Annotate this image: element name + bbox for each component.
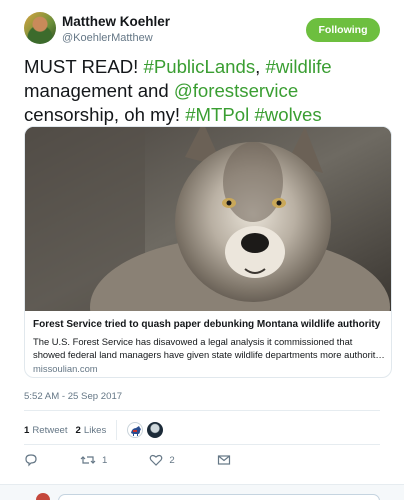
hashtag-link[interactable]: #PublicLands xyxy=(144,56,256,77)
tweet-text-segment: management and xyxy=(24,80,174,101)
stats-separator xyxy=(116,420,118,440)
likes-stat[interactable]: 2 Likes xyxy=(76,425,107,436)
card-domain: missoulian.com xyxy=(33,363,98,374)
retweet-icon xyxy=(80,456,96,464)
card-image[interactable] xyxy=(25,127,391,311)
author-handle[interactable]: @KoehlerMatthew xyxy=(62,32,153,44)
donkey-icon xyxy=(131,426,142,436)
retweet-stat-label: Retweet xyxy=(32,424,68,436)
envelope-icon xyxy=(217,455,230,465)
tweet-timestamp[interactable]: 5:52 AM - 25 Sep 2017 xyxy=(24,391,122,402)
tweet-stats: 1 Retweet 2 Likes xyxy=(24,418,380,442)
divider xyxy=(24,444,380,445)
mention-link[interactable]: @forestservice xyxy=(174,80,298,101)
card-title[interactable]: Forest Service tried to quash paper debu… xyxy=(33,319,385,330)
tweet-actions: 1 2 xyxy=(24,450,380,470)
author-avatar[interactable] xyxy=(24,12,56,44)
heart-icon xyxy=(149,454,163,466)
liker-avatar[interactable] xyxy=(127,422,144,438)
like-action-count: 2 xyxy=(169,454,175,466)
reply-input[interactable] xyxy=(58,494,380,500)
liker-avatar[interactable] xyxy=(147,422,164,438)
wolf-photo xyxy=(25,127,391,311)
tweet-text-segment: MUST READ! xyxy=(24,56,144,77)
tweet-text-segment: , xyxy=(255,56,266,77)
following-button[interactable]: Following xyxy=(306,18,380,42)
reply-icon xyxy=(25,454,37,467)
hashtag-link[interactable]: #wolves xyxy=(254,104,321,125)
tweet-text-segment: censorship, oh my! xyxy=(24,104,186,125)
direct-message-button[interactable] xyxy=(217,453,231,467)
link-card[interactable]: Forest Service tried to quash paper debu… xyxy=(24,126,392,378)
tweet-header: Matthew Koehler @KoehlerMatthew Followin… xyxy=(24,12,380,48)
card-description: The U.S. Forest Service has disavowed a … xyxy=(33,336,385,360)
reply-area xyxy=(0,484,404,500)
divider xyxy=(24,410,380,411)
retweet-button[interactable]: 1 xyxy=(80,453,107,467)
hashtag-link[interactable]: #MTPol xyxy=(185,104,249,125)
retweet-stat[interactable]: 1 Retweet xyxy=(24,425,68,436)
reply-button[interactable] xyxy=(24,453,38,467)
likes-stat-label: Likes xyxy=(83,424,107,436)
likes-count: 2 xyxy=(75,424,81,436)
author-name[interactable]: Matthew Koehler xyxy=(62,14,170,29)
current-user-avatar xyxy=(36,493,50,500)
retweet-count: 1 xyxy=(24,424,30,436)
like-button[interactable]: 2 xyxy=(149,453,175,467)
hashtag-link[interactable]: #wildlife xyxy=(266,56,332,77)
retweet-action-count: 1 xyxy=(102,454,108,466)
